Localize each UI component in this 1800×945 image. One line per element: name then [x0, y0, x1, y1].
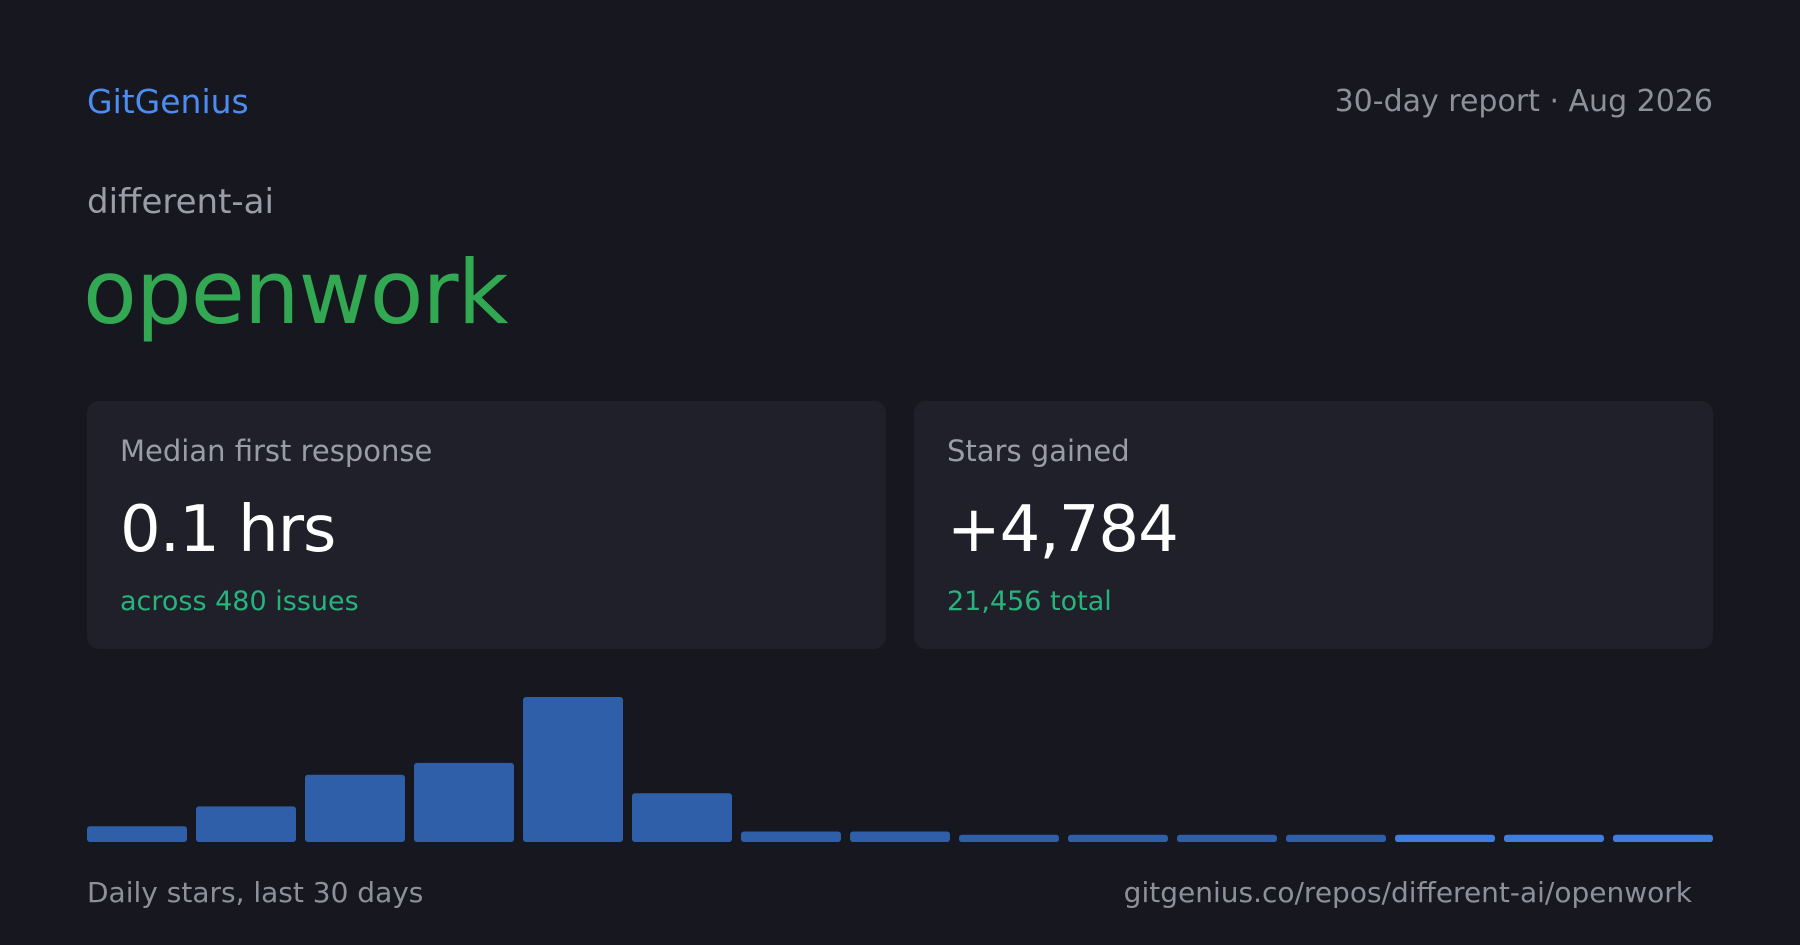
chart-bar: [1286, 834, 1386, 842]
repo-name: openwork: [83, 241, 509, 344]
chart-bar: [1613, 834, 1713, 842]
chart-bar: [523, 697, 623, 842]
chart-bar: [850, 831, 950, 842]
brand-logo-text: GitGenius: [87, 82, 249, 121]
stat-card-label: Stars gained: [947, 434, 1130, 468]
chart-bar: [305, 774, 405, 842]
chart-bar: [959, 834, 1059, 842]
stat-card-first-response: Median first response 0.1 hrs across 480…: [87, 401, 886, 649]
stat-card-value: 0.1 hrs: [120, 493, 336, 567]
chart-bar: [87, 826, 187, 842]
repo-owner: different-ai: [87, 182, 274, 222]
chart-caption: Daily stars, last 30 days: [87, 876, 424, 909]
chart-bar: [1395, 834, 1495, 842]
daily-stars-bar-chart: [87, 697, 1713, 842]
stat-card-subtext: 21,456 total: [947, 586, 1112, 617]
chart-bar: [632, 793, 732, 842]
stat-card-subtext: across 480 issues: [120, 586, 359, 617]
repo-url: gitgenius.co/repos/different-ai/openwork: [1123, 876, 1692, 909]
chart-bar: [741, 831, 841, 842]
chart-bar: [196, 806, 296, 842]
stat-card-value: +4,784: [947, 493, 1179, 567]
chart-bar: [1068, 834, 1168, 842]
chart-bar: [414, 762, 514, 842]
report-period: 30-day report · Aug 2026: [1334, 84, 1713, 119]
chart-bar: [1504, 834, 1604, 842]
stat-card-label: Median first response: [120, 434, 433, 468]
stat-card-stars-gained: Stars gained +4,784 21,456 total: [914, 401, 1713, 649]
chart-bar: [1177, 834, 1277, 842]
